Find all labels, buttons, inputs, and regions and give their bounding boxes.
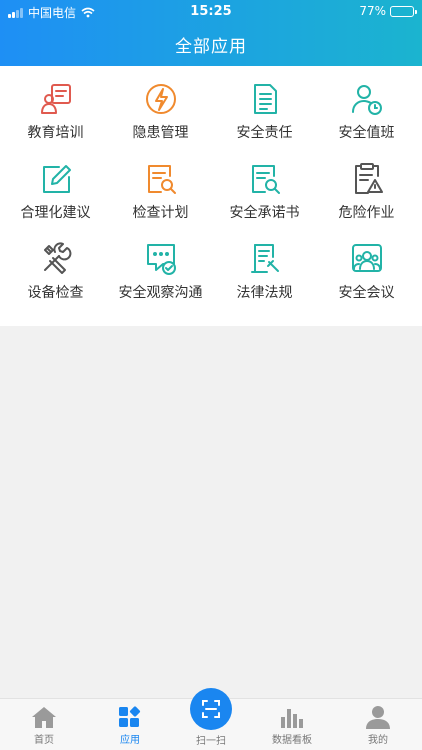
app-label: 法律法规 bbox=[236, 285, 293, 301]
app-label: 合理化建议 bbox=[20, 205, 91, 221]
status-bar: 中国电信 15:25 77% bbox=[0, 0, 422, 24]
training-icon bbox=[40, 84, 71, 114]
app-label: 教育培训 bbox=[27, 125, 84, 141]
app-hazard-management[interactable]: 隐患管理 bbox=[108, 68, 213, 148]
home-icon bbox=[32, 707, 56, 728]
app-label: 安全责任 bbox=[236, 125, 293, 141]
battery-icon bbox=[390, 5, 417, 17]
app-label: 安全承诺书 bbox=[229, 205, 300, 221]
app-label: 安全观察沟通 bbox=[118, 285, 203, 301]
app-safety-duty[interactable]: 安全值班 bbox=[314, 68, 419, 148]
app-label: 安全值班 bbox=[338, 125, 395, 141]
tab-label: 首页 bbox=[34, 735, 54, 746]
app-label: 危险作业 bbox=[338, 205, 395, 221]
app-suggestion[interactable]: 合理化建议 bbox=[3, 148, 108, 228]
user-icon bbox=[366, 706, 390, 729]
lightning-icon bbox=[145, 84, 176, 114]
app-safety-meeting[interactable]: 安全会议 bbox=[314, 228, 419, 308]
app-label: 安全会议 bbox=[338, 285, 395, 301]
app-label: 设备检查 bbox=[27, 285, 84, 301]
header: 中国电信 15:25 77% 全部应用 bbox=[0, 0, 422, 66]
tab-label: 应用 bbox=[120, 735, 140, 746]
warning-clipboard-icon bbox=[354, 163, 383, 194]
law-book-icon bbox=[250, 244, 279, 273]
meeting-icon bbox=[351, 244, 382, 272]
app-label: 隐患管理 bbox=[132, 125, 189, 141]
user-clock-icon bbox=[351, 85, 382, 115]
app-laws-regulations[interactable]: 法律法规 bbox=[212, 228, 317, 308]
document-icon bbox=[253, 84, 277, 114]
tools-icon bbox=[43, 242, 71, 274]
tab-apps[interactable]: 应用 bbox=[88, 699, 172, 750]
scan-button[interactable] bbox=[190, 688, 232, 730]
battery-percent: 77% bbox=[359, 4, 386, 18]
edit-icon bbox=[42, 165, 71, 193]
tab-dashboard[interactable]: 数据看板 bbox=[250, 699, 334, 750]
app-grid: 教育培训 隐患管理 安全责任 安全值班 合理化建议 检查计划 安全承诺书 危险作… bbox=[0, 66, 422, 326]
apps-icon bbox=[119, 706, 141, 727]
status-right: 77% bbox=[359, 4, 417, 18]
scan-label: 扫一扫 bbox=[196, 736, 226, 747]
chat-check-icon bbox=[146, 244, 176, 275]
app-safety-pledge[interactable]: 安全承诺书 bbox=[212, 148, 317, 228]
tab-label: 我的 bbox=[368, 735, 388, 746]
app-education-training[interactable]: 教育培训 bbox=[3, 68, 108, 148]
app-equipment-check[interactable]: 设备检查 bbox=[3, 228, 108, 308]
tab-mine[interactable]: 我的 bbox=[336, 699, 420, 750]
bar-chart-icon bbox=[281, 709, 303, 728]
app-inspection-plan[interactable]: 检查计划 bbox=[108, 148, 213, 228]
page-title: 全部应用 bbox=[175, 37, 247, 57]
app-hazardous-work[interactable]: 危险作业 bbox=[314, 148, 419, 228]
scan-icon bbox=[202, 700, 220, 718]
app-label: 检查计划 bbox=[132, 205, 189, 221]
app-safety-responsibility[interactable]: 安全责任 bbox=[212, 68, 317, 148]
tab-home[interactable]: 首页 bbox=[2, 699, 86, 750]
search-document-icon bbox=[251, 165, 280, 194]
app-safety-observation[interactable]: 安全观察沟通 bbox=[108, 228, 213, 308]
search-document-icon bbox=[147, 165, 176, 194]
tab-label: 数据看板 bbox=[272, 735, 312, 746]
